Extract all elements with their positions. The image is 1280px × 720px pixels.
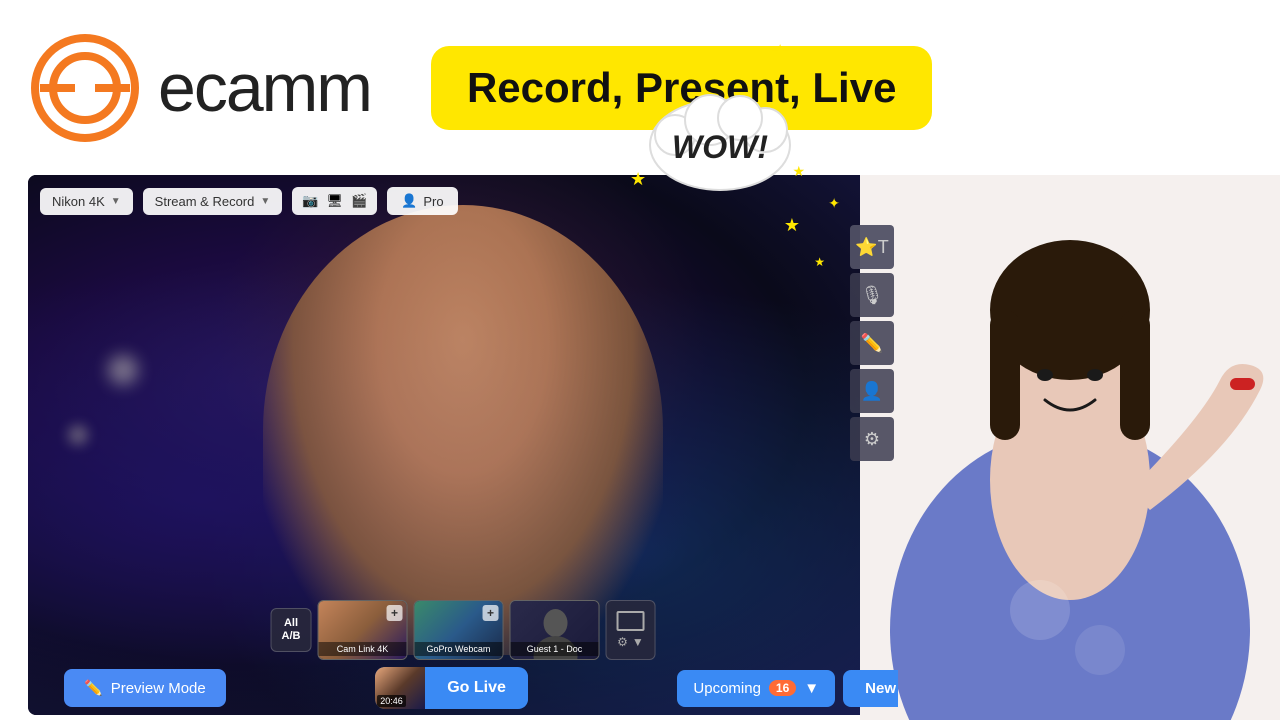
bottom-bar: ✏️ Preview Mode 20:46 Go Live Upcoming 1… [56, 667, 898, 709]
person-icon: 👤 [861, 381, 883, 402]
camera-strip: All A/B + Cam Link 4K + GoPro Webcam Gu [271, 600, 656, 660]
layout-selector[interactable]: ⚙ ▼ [605, 600, 655, 660]
mode-label: Stream & Record [155, 194, 255, 209]
camera-icon: 📷 [302, 193, 318, 209]
presenter-silhouette [263, 205, 663, 655]
chevron-down-icon: ▼ [260, 196, 270, 207]
bokeh-light [108, 355, 138, 385]
upcoming-button[interactable]: Upcoming 16 ▼ [677, 670, 835, 707]
star-icon: ★ [650, 50, 664, 70]
pro-label: Pro [423, 194, 443, 209]
mode-selector[interactable]: Stream & Record ▼ [143, 188, 283, 215]
cam-1-label: Cam Link 4K [318, 642, 406, 656]
upcoming-label: Upcoming [693, 680, 761, 697]
upcoming-new-area: Upcoming 16 ▼ New [677, 670, 898, 707]
ecamm-logo-icon [30, 33, 140, 143]
go-live-thumbnail: 20:46 [375, 667, 425, 709]
star-text-icon: ⭐T [855, 237, 888, 258]
logo-area: ecamm [30, 33, 371, 143]
microphone-tool[interactable]: 🎙 [850, 273, 894, 317]
add-overlay-icon: + [386, 605, 402, 621]
layout-preview-icon [616, 611, 644, 631]
microphone-icon: 🎙 [861, 285, 884, 306]
new-label: New [865, 680, 896, 697]
camera-label: Nikon 4K [52, 194, 105, 209]
chevron-down-small-icon: ▼ [632, 635, 644, 649]
magic-wand-tool[interactable]: ✏️ [850, 321, 894, 365]
preview-mode-label: Preview Mode [111, 680, 206, 697]
pencil-icon: ✏️ [84, 679, 103, 697]
upcoming-count-badge: 16 [769, 680, 796, 696]
star-icon: ★ [792, 163, 805, 180]
cam-3-label: Guest 1 - Doc [510, 642, 598, 656]
new-button[interactable]: New [843, 670, 898, 707]
wow-decoration: ★ ★ ★ ★ WOW! [640, 80, 800, 200]
right-presenter-svg [860, 130, 1280, 720]
ab-ab-label: A/B [282, 630, 301, 643]
text-overlay-tool[interactable]: ⭐T [850, 225, 894, 269]
wand-icon: ✏️ [861, 333, 883, 354]
star-decoration: ★ [784, 215, 800, 236]
user-icon: 👤 [401, 193, 417, 209]
pro-button[interactable]: 👤 Pro [387, 187, 457, 215]
app-toolbar: Nikon 4K ▼ Stream & Record ▼ 📷 🖥 🎬 👤 Pro [40, 187, 458, 215]
star-icon: ★ [770, 40, 790, 66]
go-live-area: 20:46 Go Live [375, 667, 528, 709]
view-mode-buttons[interactable]: 📷 🖥 🎬 [292, 187, 377, 215]
cam-thumb-2[interactable]: + GoPro Webcam [413, 600, 503, 660]
gear-icon: ⚙ [864, 429, 880, 450]
cam-thumb-1[interactable]: + Cam Link 4K [317, 600, 407, 660]
go-live-time: 20:46 [377, 695, 406, 707]
preview-mode-button[interactable]: ✏️ Preview Mode [64, 669, 226, 707]
bokeh-light [68, 425, 88, 445]
film-icon: 🎬 [351, 193, 367, 209]
monitor-icon: 🖥 [326, 193, 343, 209]
gear-small-icon: ⚙ [617, 635, 628, 649]
go-live-label: Go Live [447, 679, 506, 696]
cam-thumb-3[interactable]: Guest 1 - Doc [509, 600, 599, 660]
add-overlay-icon: + [482, 605, 498, 621]
go-live-button[interactable]: Go Live [425, 669, 528, 707]
star-decoration: ✦ [828, 195, 840, 212]
svg-text:WOW!: WOW! [672, 129, 768, 165]
logo-text: ecamm [158, 49, 371, 127]
camera-selector[interactable]: Nikon 4K ▼ [40, 188, 133, 215]
wow-bubble-svg: WOW! [640, 80, 800, 200]
cam-2-label: GoPro Webcam [414, 642, 502, 656]
person-tool[interactable]: 👤 [850, 369, 894, 413]
chevron-down-icon: ▼ [804, 680, 819, 697]
settings-tool[interactable]: ⚙ [850, 417, 894, 461]
chevron-down-icon: ▼ [111, 196, 121, 207]
ab-toggle[interactable]: All A/B [271, 608, 312, 652]
app-area: Nikon 4K ▼ Stream & Record ▼ 📷 🖥 🎬 👤 Pro… [28, 175, 898, 715]
star-decoration: ★ [814, 255, 825, 269]
ab-all-label: All [282, 617, 301, 630]
star-icon: ★ [630, 169, 646, 190]
right-presenter-area [860, 130, 1280, 720]
right-tools-panel: ⭐T 🎙 ✏️ 👤 ⚙ [850, 225, 898, 461]
